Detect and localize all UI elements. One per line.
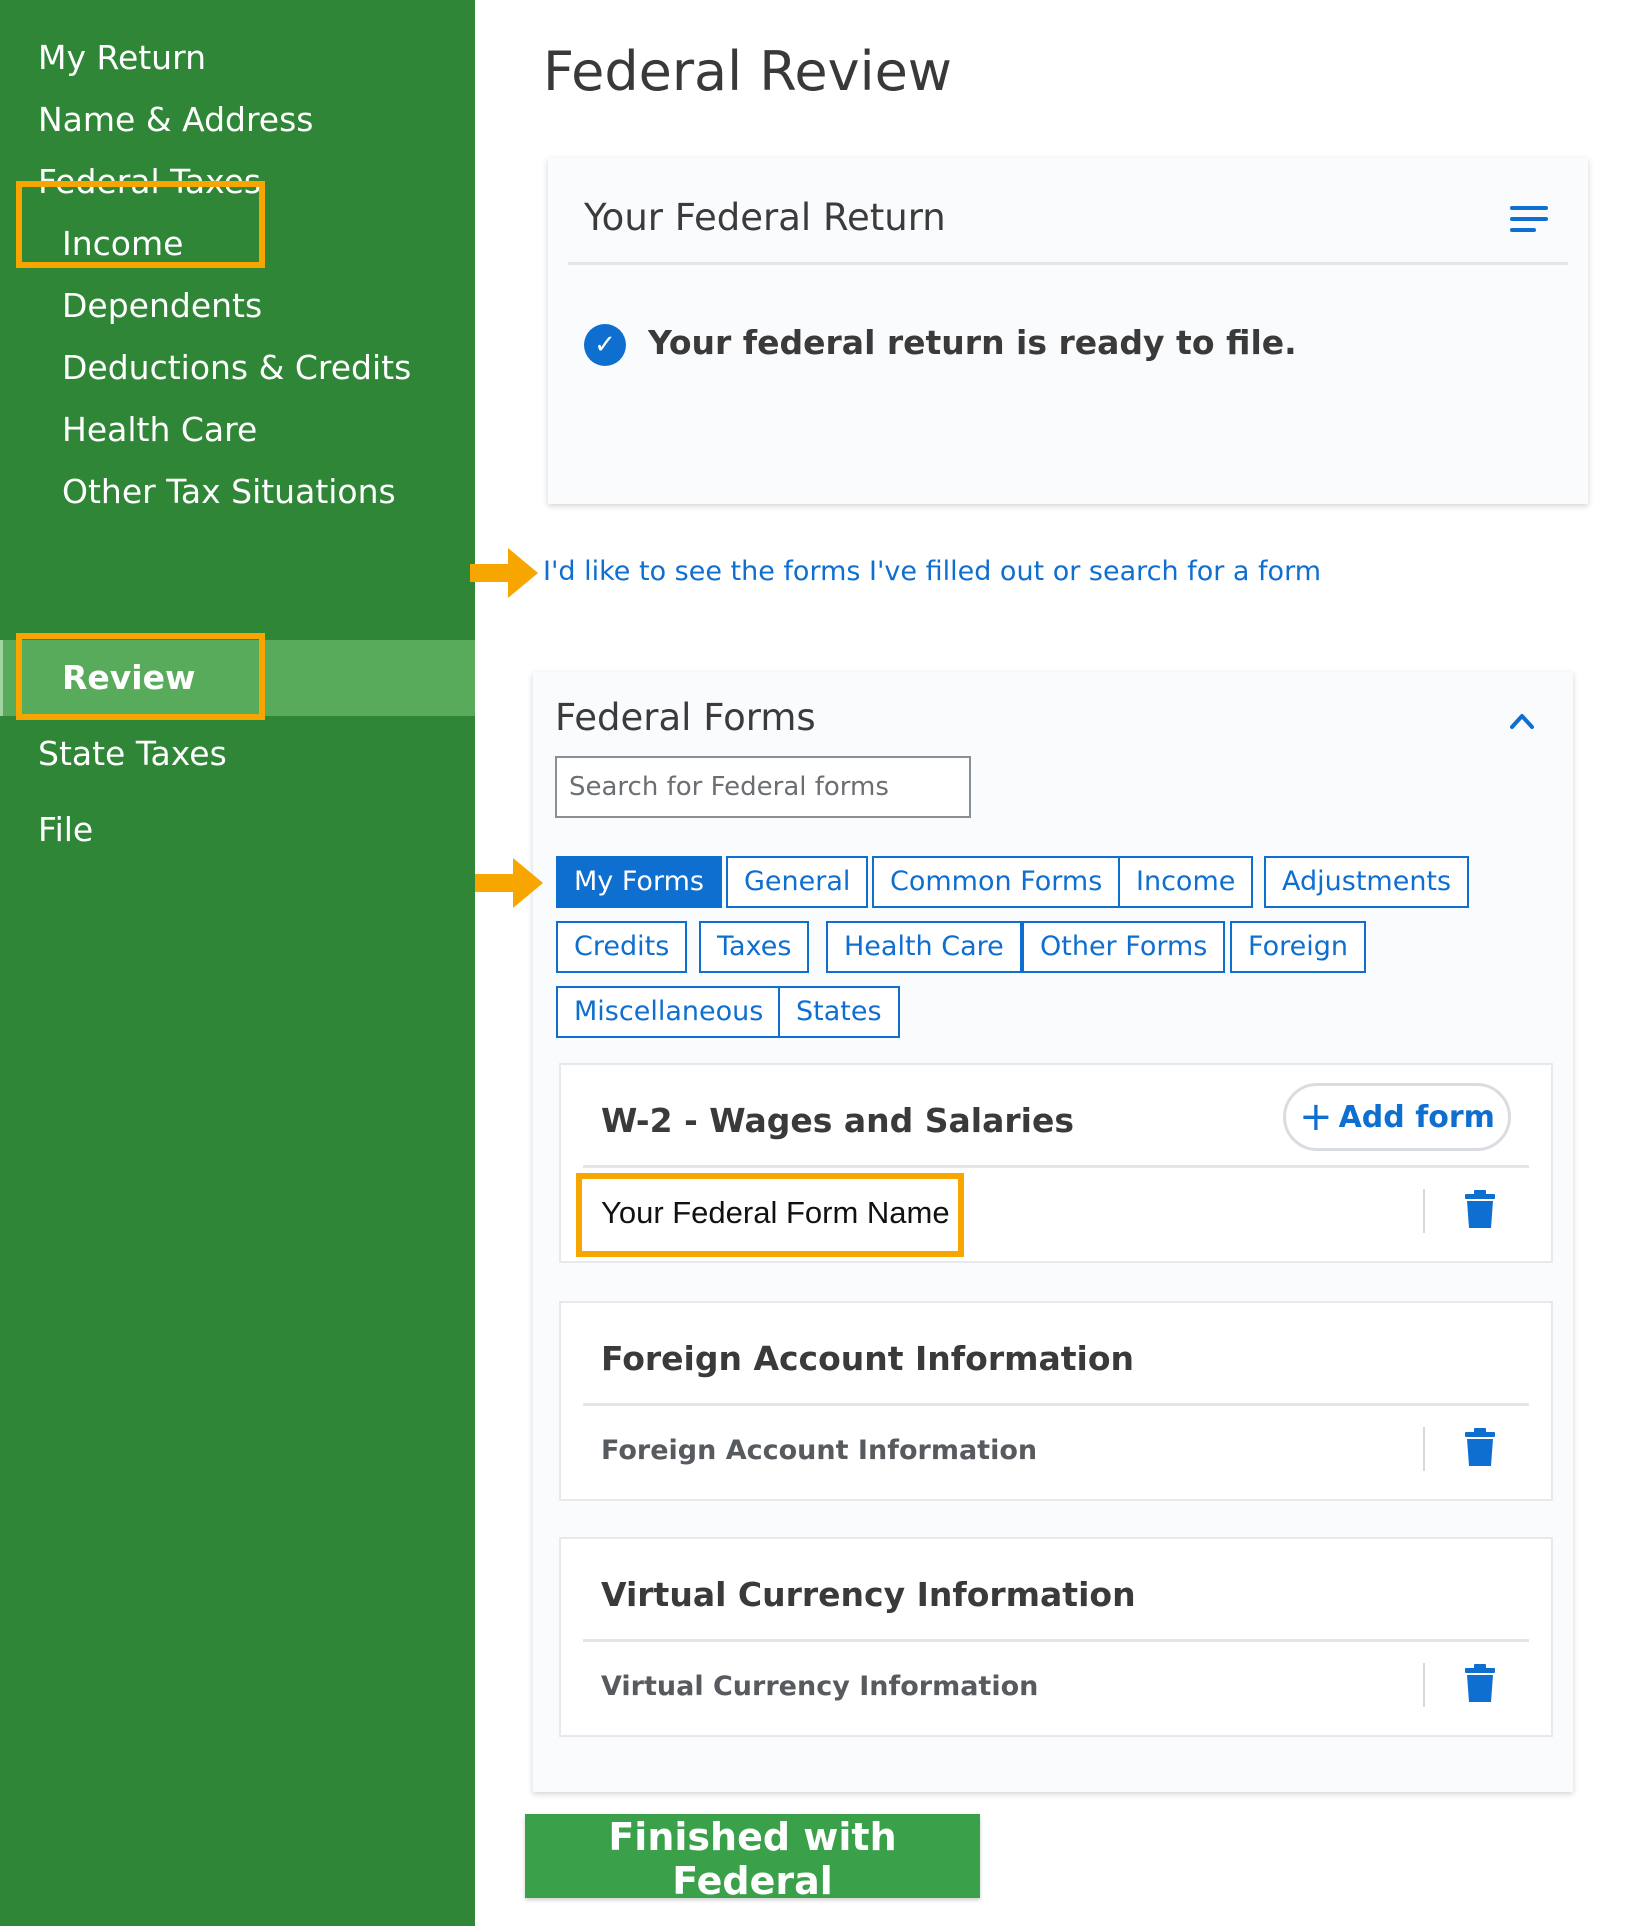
check-circle-icon: ✓ <box>584 324 626 366</box>
sidebar-item-label: File <box>38 810 94 849</box>
search-input[interactable] <box>555 756 971 818</box>
trash-icon[interactable] <box>1465 1190 1495 1228</box>
form-row-link[interactable]: Virtual Currency Information <box>601 1671 1038 1702</box>
finished-with-federal-button[interactable]: Finished with Federal <box>525 1814 980 1903</box>
form-row-link[interactable]: Foreign Account Information <box>601 1435 1037 1466</box>
sidebar-item-label: Federal Taxes <box>38 162 262 201</box>
sidebar-item-other-tax-situations[interactable]: Other Tax Situations <box>0 454 475 530</box>
tab-general[interactable]: General <box>726 856 869 908</box>
card-title: Your Federal Return <box>584 196 946 239</box>
sidebar-item-review[interactable]: Review <box>0 640 475 716</box>
sidebar-item-label: Dependents <box>62 286 263 325</box>
sidebar: My Return Name & Address Federal Taxes I… <box>0 0 475 1926</box>
divider <box>1423 1427 1425 1471</box>
tab-foreign[interactable]: Foreign <box>1230 921 1366 973</box>
divider <box>583 1403 1529 1406</box>
chevron-up-icon[interactable] <box>1509 712 1535 730</box>
tab-health-care[interactable]: Health Care <box>826 921 1022 973</box>
federal-return-card: Your Federal Return ✓ Your federal retur… <box>548 158 1588 504</box>
form-row-link[interactable]: Your Federal Form Name <box>601 1195 950 1231</box>
tab-miscellaneous[interactable]: Miscellaneous <box>556 986 782 1038</box>
add-form-label: Add form <box>1338 1100 1495 1135</box>
sidebar-item-label: Name & Address <box>38 100 314 139</box>
form-section-foreign-account: Foreign Account Information Foreign Acco… <box>559 1301 1553 1501</box>
sidebar-item-label: Other Tax Situations <box>62 472 396 511</box>
divider <box>568 262 1568 265</box>
section-title: W-2 - Wages and Salaries <box>601 1101 1074 1140</box>
sidebar-item-state-taxes[interactable]: State Taxes <box>0 716 475 792</box>
trash-icon[interactable] <box>1465 1428 1495 1466</box>
trash-icon[interactable] <box>1465 1664 1495 1702</box>
plus-icon: + <box>1299 1094 1333 1140</box>
see-forms-link[interactable]: I'd like to see the forms I've filled ou… <box>543 556 1321 587</box>
divider <box>1423 1189 1425 1233</box>
divider <box>583 1639 1529 1642</box>
sidebar-item-label: Income <box>62 224 184 263</box>
divider <box>1423 1663 1425 1707</box>
form-section-virtual-currency: Virtual Currency Information Virtual Cur… <box>559 1537 1553 1737</box>
add-form-button[interactable]: + Add form <box>1283 1083 1511 1151</box>
tab-adjustments[interactable]: Adjustments <box>1264 856 1470 908</box>
tab-my-forms[interactable]: My Forms <box>556 856 722 908</box>
sidebar-item-label: State Taxes <box>38 734 227 773</box>
form-section-w2: W-2 - Wages and Salaries + Add form Your … <box>559 1063 1553 1263</box>
status-text: Your federal return is ready to file. <box>648 323 1297 362</box>
federal-forms-card: Federal Forms My Forms General Common Fo… <box>533 672 1573 1792</box>
tab-income[interactable]: Income <box>1118 856 1254 908</box>
sidebar-item-file[interactable]: File <box>0 792 475 868</box>
tab-states[interactable]: States <box>778 986 900 1038</box>
arrow-right-icon <box>475 858 543 908</box>
divider <box>583 1165 1529 1168</box>
sidebar-item-label: Health Care <box>62 410 258 449</box>
hamburger-menu-icon[interactable] <box>1510 206 1548 234</box>
page-title: Federal Review <box>543 40 952 103</box>
tab-other-forms[interactable]: Other Forms <box>1022 921 1226 973</box>
sidebar-item-label: My Return <box>38 38 206 77</box>
tab-taxes[interactable]: Taxes <box>699 921 810 973</box>
section-title: Virtual Currency Information <box>601 1575 1136 1614</box>
sidebar-item-label: Deductions & Credits <box>62 348 412 387</box>
arrow-right-icon <box>470 548 538 598</box>
tab-common-forms[interactable]: Common Forms <box>872 856 1121 908</box>
section-title: Foreign Account Information <box>601 1339 1135 1378</box>
sidebar-item-label: Review <box>62 658 196 697</box>
tab-credits[interactable]: Credits <box>556 921 688 973</box>
card-title: Federal Forms <box>555 696 816 739</box>
